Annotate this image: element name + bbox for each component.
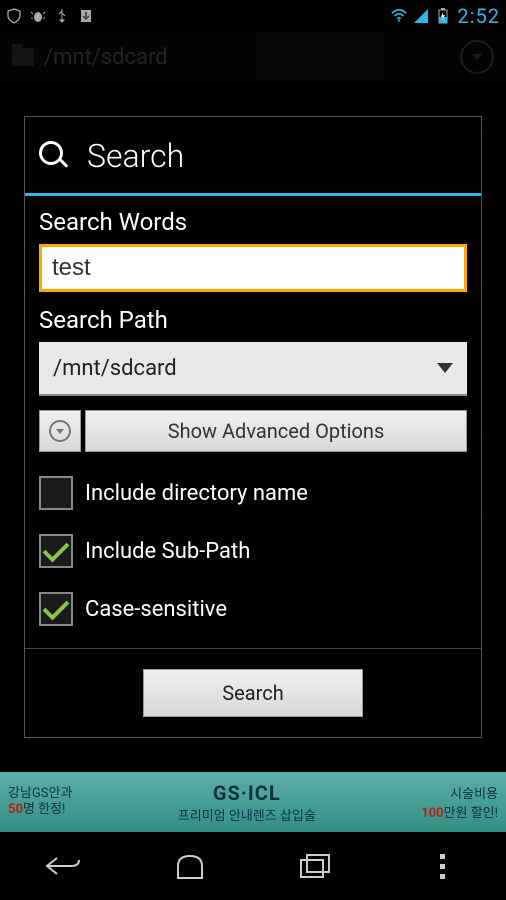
dialog-header: Search xyxy=(25,117,481,196)
recent-apps-button[interactable] xyxy=(281,846,351,886)
shield-icon xyxy=(6,8,22,24)
bug-icon xyxy=(30,8,46,24)
search-words-label: Search Words xyxy=(39,208,467,236)
dialog-title: Search xyxy=(87,137,184,175)
search-button[interactable]: Search xyxy=(143,669,363,717)
case-sensitive-checkbox[interactable] xyxy=(39,592,73,626)
advanced-toggle-button[interactable] xyxy=(39,410,81,452)
ad-right-line1: 시술비용 xyxy=(421,783,498,802)
include-dir-label: Include directory name xyxy=(85,481,308,506)
chevron-down-icon xyxy=(437,363,453,373)
case-sensitive-label: Case-sensitive xyxy=(85,597,227,622)
include-sub-checkbox[interactable] xyxy=(39,534,73,568)
wifi-icon xyxy=(391,8,407,24)
case-sensitive-row[interactable]: Case-sensitive xyxy=(39,592,467,626)
battery-icon xyxy=(435,8,451,24)
ad-subline: 프리미엄 안내렌즈 삽입술 xyxy=(72,805,421,824)
search-path-label: Search Path xyxy=(39,306,467,334)
include-sub-label: Include Sub-Path xyxy=(85,539,250,564)
ad-banner[interactable]: 강남GS안과 50명 한정! GS·ICL 프리미엄 안내렌즈 삽입술 시술비용… xyxy=(0,772,506,832)
usb-icon xyxy=(54,8,70,24)
ad-brand: GS·ICL xyxy=(72,781,421,805)
navigation-bar xyxy=(0,832,506,900)
home-button[interactable] xyxy=(155,846,225,886)
search-path-select[interactable]: /mnt/sdcard xyxy=(39,342,467,396)
menu-dots-icon xyxy=(440,854,445,879)
search-icon xyxy=(39,141,69,171)
include-sub-row[interactable]: Include Sub-Path xyxy=(39,534,467,568)
search-path-value: /mnt/sdcard xyxy=(53,356,177,381)
back-button[interactable] xyxy=(28,846,98,886)
signal-icon xyxy=(413,8,429,24)
status-clock: 2:52 xyxy=(457,4,500,28)
search-dialog: Search Search Words Search Path /mnt/sdc… xyxy=(24,116,482,738)
ad-left-line1: 강남GS안과 xyxy=(8,786,72,802)
include-dir-checkbox[interactable] xyxy=(39,476,73,510)
status-bar: 2:52 xyxy=(0,0,506,32)
include-dir-row[interactable]: Include directory name xyxy=(39,476,467,510)
search-words-input[interactable] xyxy=(39,244,467,292)
advanced-label-button[interactable]: Show Advanced Options xyxy=(85,410,467,452)
menu-button[interactable] xyxy=(408,846,478,886)
download-icon xyxy=(78,8,94,24)
